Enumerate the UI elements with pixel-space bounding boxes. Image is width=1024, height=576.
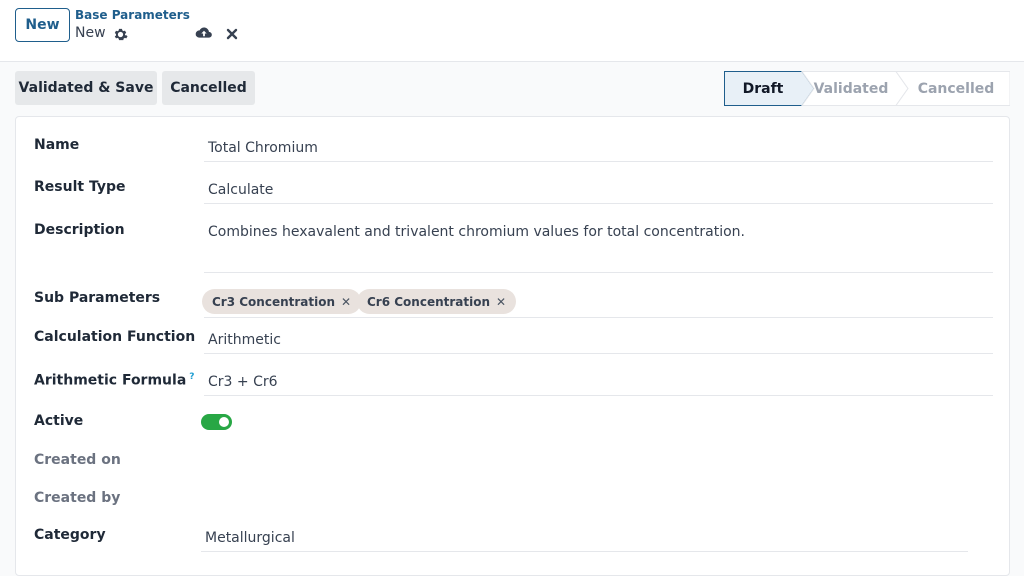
tag-label: Cr3 Concentration: [212, 294, 336, 309]
calculation-function-field[interactable]: Arithmetic: [208, 332, 281, 348]
tag-label: Cr6 Concentration: [367, 294, 491, 309]
close-icon[interactable]: ✕: [341, 295, 351, 309]
validate-save-button[interactable]: Validated & Save: [15, 71, 157, 105]
active-toggle[interactable]: [201, 414, 232, 430]
status-bar: Draft Validated Cancelled: [724, 71, 1010, 106]
toggle-knob: [219, 417, 229, 427]
created-by-label: Created by: [34, 490, 121, 506]
category-field[interactable]: Metallurgical: [205, 530, 295, 546]
result-type-label: Result Type: [34, 179, 126, 195]
name-field-underline: [204, 161, 993, 162]
name-field[interactable]: Total Chromium: [208, 140, 318, 156]
arithmetic-formula-field[interactable]: Cr3 + Cr6: [208, 374, 278, 390]
control-panel: New Base Parameters New: [0, 0, 1024, 62]
active-label: Active: [34, 413, 84, 429]
close-icon[interactable]: ✕: [496, 295, 506, 309]
cloud-upload-icon[interactable]: [195, 26, 213, 41]
breadcrumb-parent-link[interactable]: Base Parameters: [75, 8, 190, 22]
sub-parameters-label: Sub Parameters: [34, 290, 161, 306]
breadcrumb-current: New: [75, 25, 106, 41]
status-stage-draft[interactable]: Draft: [724, 71, 802, 106]
description-underline: [204, 272, 993, 273]
new-button[interactable]: New: [15, 8, 70, 42]
arithmetic-formula-label-text: Arithmetic Formula: [34, 372, 187, 389]
category-underline: [201, 551, 968, 552]
result-type-underline: [204, 203, 993, 204]
description-field[interactable]: Combines hexavalent and trivalent chromi…: [208, 224, 745, 240]
status-stage-cancelled[interactable]: Cancelled: [908, 71, 1004, 106]
cancel-button[interactable]: Cancelled: [162, 71, 255, 105]
sub-parameter-tag[interactable]: Cr6 Concentration ✕: [357, 289, 517, 314]
description-label: Description: [34, 222, 125, 238]
help-tooltip-icon[interactable]: ?: [189, 372, 194, 382]
arithmetic-formula-underline: [204, 395, 993, 396]
status-stage-validated[interactable]: Validated: [810, 71, 892, 106]
calculation-function-underline: [204, 353, 993, 354]
name-label: Name: [34, 137, 80, 153]
form-sheet: Name Total Chromium Result Type Calculat…: [15, 116, 1010, 576]
created-on-label: Created on: [34, 452, 121, 468]
category-label: Category: [34, 527, 106, 543]
sub-parameters-underline: [204, 317, 993, 318]
arithmetic-formula-label: Arithmetic Formula?: [34, 372, 195, 389]
close-icon[interactable]: [226, 28, 238, 40]
result-type-field[interactable]: Calculate: [208, 182, 273, 198]
gear-icon[interactable]: [113, 27, 128, 42]
sub-parameter-tag[interactable]: Cr3 Concentration ✕: [202, 289, 362, 314]
calculation-function-label: Calculation Function: [34, 329, 196, 345]
